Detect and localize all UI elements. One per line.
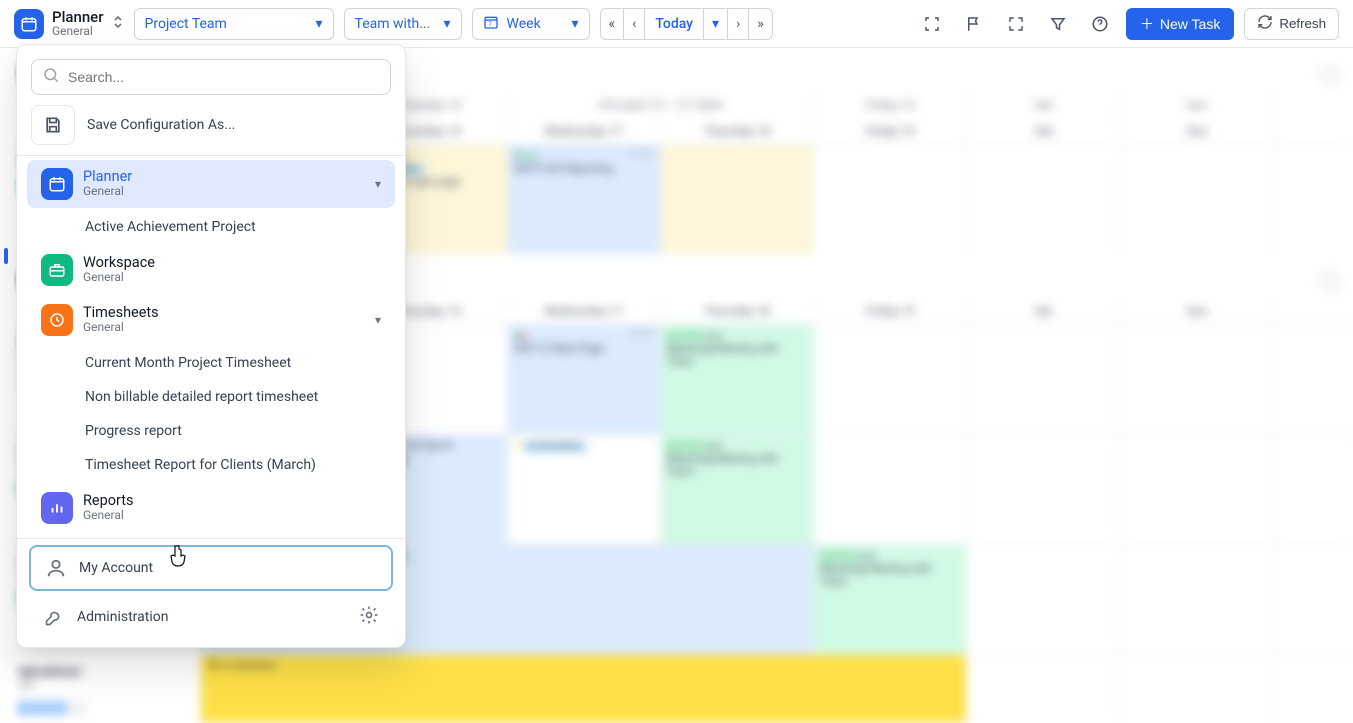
refresh-label: Refresh (1279, 16, 1326, 31)
chevron-down-icon: ▾ (316, 16, 323, 32)
project-select[interactable]: Project Team ▾ (134, 8, 334, 40)
svg-text:7: 7 (488, 21, 492, 28)
new-task-label: New Task (1160, 16, 1220, 32)
save-config-label[interactable]: Save Configuration As... (87, 117, 235, 133)
focus-icon[interactable] (916, 8, 948, 40)
menu-subitem[interactable]: Current Month Project Timesheet (27, 346, 395, 380)
menu-item-title: Workspace (83, 255, 381, 272)
menu-item-title: Timesheets (83, 305, 365, 322)
menu-app-workspace[interactable]: Workspace General (27, 246, 395, 294)
week-value: Week (507, 16, 541, 32)
menu-subitem[interactable]: Progress report (27, 414, 395, 448)
save-config-button[interactable] (31, 105, 75, 145)
chart-icon (41, 492, 73, 524)
today-dropdown-button[interactable]: ▾ (704, 9, 728, 39)
fullscreen-icon[interactable] (1000, 8, 1032, 40)
updown-icon (112, 14, 124, 34)
menu-item-subtitle: General (83, 185, 365, 199)
nav-prev-button[interactable]: ‹ (624, 9, 645, 39)
clock-icon (41, 304, 73, 336)
nav-last-button[interactable]: » (749, 9, 772, 39)
chevron-down-icon[interactable]: ▾ (375, 177, 381, 191)
top-toolbar: Planner General Project Team ▾ Team with… (0, 0, 1353, 48)
my-account-label: My Account (79, 560, 153, 576)
left-gutter (0, 48, 14, 348)
menu-item-subtitle: General (83, 509, 381, 523)
chevron-down-icon: ▾ (572, 16, 579, 32)
new-task-button[interactable]: ＋ New Task (1126, 8, 1234, 40)
app-switcher[interactable]: Planner General (14, 9, 124, 39)
project-select-value: Project Team (145, 16, 227, 32)
planner-icon (41, 168, 73, 200)
teamwith-select[interactable]: Team with... ▾ (344, 8, 462, 40)
menu-subitem[interactable]: Active Achievement Project (27, 210, 395, 244)
date-nav-group: « ‹ Today ▾ › » (600, 8, 773, 40)
teamwith-value: Team with... (355, 16, 431, 32)
filter-icon[interactable] (1042, 8, 1074, 40)
help-icon[interactable] (1084, 8, 1116, 40)
search-input[interactable] (68, 69, 380, 85)
menu-app-reports[interactable]: Reports General (27, 484, 395, 532)
menu-subitem[interactable]: Non billable detailed report timesheet (27, 380, 395, 414)
planner-app-icon (14, 9, 44, 39)
refresh-button[interactable]: Refresh (1244, 8, 1339, 40)
app-title: Planner (52, 9, 104, 26)
search-icon (42, 66, 60, 88)
user-icon (45, 557, 67, 579)
chevron-down-icon: ▾ (444, 16, 451, 32)
plus-icon: ＋ (1140, 14, 1154, 34)
chevron-down-icon[interactable]: ▾ (375, 313, 381, 327)
administration-label: Administration (77, 609, 168, 625)
menu-item-title: Planner (83, 169, 365, 186)
refresh-icon (1257, 14, 1273, 33)
menu-subitem[interactable]: Timesheet Report for Clients (March) (27, 448, 395, 482)
menu-item-subtitle: General (83, 321, 365, 335)
calendar-icon: 7 (483, 14, 499, 34)
menu-item-subtitle: General (83, 271, 381, 285)
nav-first-button[interactable]: « (601, 9, 625, 39)
menu-item-title: Reports (83, 493, 381, 510)
flag-icon[interactable] (958, 8, 990, 40)
menu-search[interactable] (31, 59, 391, 95)
nav-next-button[interactable]: › (728, 9, 749, 39)
administration-button[interactable]: Administration (29, 595, 393, 639)
wrench-icon (43, 607, 65, 627)
menu-app-timesheets[interactable]: Timesheets General ▾ (27, 296, 395, 344)
briefcase-icon (41, 254, 73, 286)
menu-app-planner[interactable]: Planner General ▾ (27, 160, 395, 208)
today-button[interactable]: Today (645, 9, 704, 39)
week-select[interactable]: 7 Week ▾ (472, 8, 590, 40)
app-switcher-menu: Save Configuration As... Planner General… (16, 44, 406, 648)
gear-icon[interactable] (359, 605, 379, 629)
app-subtitle: General (52, 25, 104, 38)
my-account-button[interactable]: My Account (29, 545, 393, 591)
